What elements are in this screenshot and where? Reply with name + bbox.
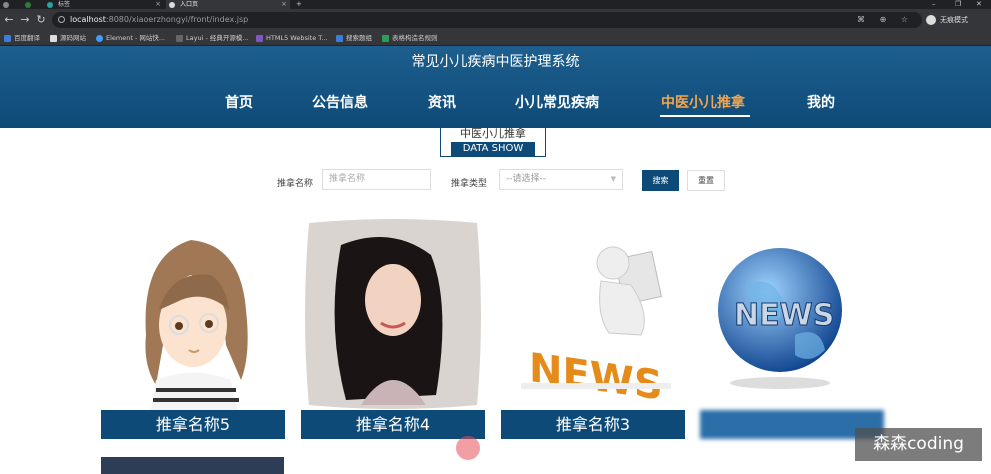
bookmark-icon <box>256 35 263 42</box>
nav-common-diseases[interactable]: 小儿常见疾病 <box>515 92 599 112</box>
massage-card[interactable]: 推拿名称5 <box>101 215 285 439</box>
site-info-icon[interactable] <box>58 16 65 23</box>
browser-tab-active[interactable]: 入口页 × <box>166 0 290 9</box>
video-watermark: 森森coding <box>855 428 982 461</box>
profile-button[interactable]: 无痕模式 <box>926 13 968 27</box>
nav-home[interactable]: 首页 <box>225 92 253 112</box>
active-nav-underline <box>660 115 750 117</box>
nav-news[interactable]: 资讯 <box>428 92 456 112</box>
tab-favicon-icon <box>47 2 53 8</box>
mouse-cursor-highlight <box>456 436 480 460</box>
card-image[interactable] <box>301 215 485 410</box>
address-bar-action-icons[interactable]: ⌘ ⊕ ☆ <box>857 12 914 28</box>
card-caption[interactable]: 推拿名称3 <box>501 410 685 439</box>
browser-tab[interactable] <box>22 0 40 9</box>
massage-card[interactable]: 推拿名称4 <box>301 215 485 439</box>
close-tab-icon[interactable]: × <box>281 0 287 9</box>
reload-icon[interactable]: ↻ <box>34 13 48 27</box>
type-label: 推拿类型 <box>451 179 488 189</box>
browser-tab-bar: 标签 × 入口页 × + – ❐ ✕ <box>0 0 991 9</box>
bookmark-icon <box>50 35 57 42</box>
card-caption[interactable]: 推拿名称5 <box>101 410 285 439</box>
minimize-icon[interactable]: – <box>932 0 936 9</box>
nav-tcm-massage[interactable]: 中医小儿推拿 <box>661 92 745 112</box>
maximize-icon[interactable]: ❐ <box>955 0 961 9</box>
card-image[interactable]: NEWS <box>501 215 685 410</box>
bookmark-item[interactable]: 百度翻译 <box>4 31 40 46</box>
tab-favicon-icon <box>169 2 175 8</box>
bookmark-icon <box>336 35 343 42</box>
back-icon[interactable]: ← <box>2 13 16 27</box>
browser-tab[interactable] <box>0 0 20 9</box>
bookmark-icon <box>382 35 389 42</box>
site-header: 常见小儿疾病中医护理系统 首页 公告信息 资讯 小儿常见疾病 中医小儿推拿 我的 <box>0 46 991 128</box>
bookmark-item[interactable]: Layui - 经典开源模... <box>176 31 249 46</box>
name-search-input[interactable]: 推拿名称 <box>322 169 431 190</box>
section-subtitle: DATA SHOW <box>451 142 535 156</box>
bookmark-item[interactable]: 表格构造名规则 <box>382 31 438 46</box>
massage-card[interactable]: NEWS 推拿名称3 <box>501 215 685 439</box>
bookmark-item[interactable]: HTML5 Website T... <box>256 31 328 46</box>
close-window-icon[interactable]: ✕ <box>976 0 982 9</box>
chevron-down-icon: ▼ <box>610 175 616 183</box>
next-row-card-image[interactable] <box>101 457 284 474</box>
bookmarks-bar: 百度翻译 源码网站 Element - 网站快... Layui - 经典开源模… <box>0 31 991 46</box>
section-title: 中医小儿推拿 <box>460 127 526 140</box>
bookmark-item[interactable]: Element - 网站快... <box>96 31 165 46</box>
incognito-avatar-icon <box>926 15 936 25</box>
new-tab-icon[interactable]: + <box>296 0 302 9</box>
bookmark-item[interactable]: 源码网站 <box>50 31 86 46</box>
card-image[interactable] <box>101 215 285 410</box>
bookmark-icon <box>96 35 103 42</box>
bookmark-icon <box>176 35 183 42</box>
svg-text:NEWS: NEWS <box>734 298 834 333</box>
tab-favicon-icon <box>3 2 9 8</box>
search-button[interactable]: 搜索 <box>642 170 679 191</box>
url-field[interactable]: localhost:8080/xiaoerzhongyi/front/index… <box>52 12 922 28</box>
card-caption[interactable]: 推拿名称4 <box>301 410 485 439</box>
site-title: 常见小儿疾病中医护理系统 <box>411 54 580 70</box>
forward-icon[interactable]: → <box>18 13 32 27</box>
name-label: 推拿名称 <box>277 179 314 189</box>
reset-button[interactable]: 重置 <box>687 170 725 191</box>
section-title-box: 中医小儿推拿 DATA SHOW <box>440 127 546 157</box>
massage-card[interactable]: NEWS <box>700 215 884 439</box>
tab-favicon-icon <box>25 2 31 8</box>
address-bar-area: ← → ↻ localhost:8080/xiaoerzhongyi/front… <box>0 9 991 31</box>
bookmark-icon <box>4 35 11 42</box>
close-tab-icon[interactable]: × <box>155 0 161 9</box>
browser-tab[interactable]: 标签 × <box>44 0 164 9</box>
card-image[interactable]: NEWS <box>700 215 884 410</box>
nav-mine[interactable]: 我的 <box>807 92 835 112</box>
bookmark-item[interactable]: 搜索题组 <box>336 31 372 46</box>
type-select[interactable]: --请选择-- ▼ <box>499 169 623 190</box>
nav-announcements[interactable]: 公告信息 <box>312 92 368 112</box>
